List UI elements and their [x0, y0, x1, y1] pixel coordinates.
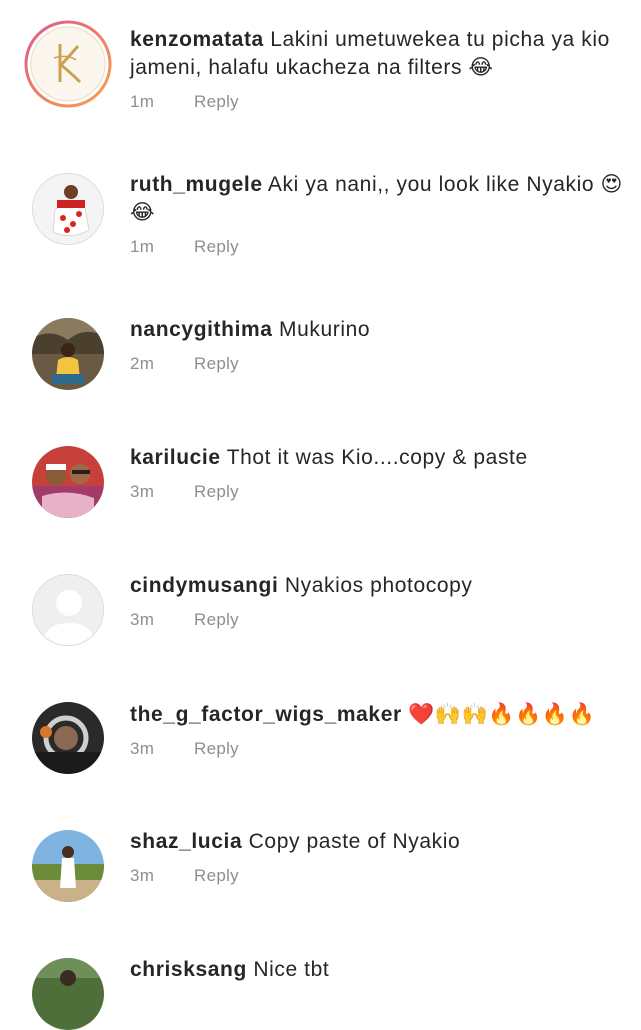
comment-username[interactable]: kenzomatata [130, 28, 264, 51]
comment-username[interactable]: the_g_factor_wigs_maker [130, 703, 402, 726]
user-photo-icon [32, 702, 104, 774]
reply-button[interactable]: Reply [194, 92, 239, 112]
comment-body: ❤️🙌🙌🔥🔥🔥🔥 [408, 702, 596, 726]
default-person-icon [33, 575, 103, 645]
reply-button[interactable]: Reply [194, 739, 239, 759]
comment-text: ruth_mugele Aki ya nani,, you look like … [130, 171, 630, 227]
comment-time: 3m [130, 866, 155, 885]
kenzo-logo-icon [24, 20, 112, 108]
comment-body: Nyakios photocopy [284, 574, 473, 597]
avatar[interactable] [32, 446, 104, 518]
reply-button[interactable]: Reply [194, 237, 239, 257]
reply-button[interactable]: Reply [194, 866, 239, 886]
comment-time: 1m [130, 92, 155, 111]
comment-text: karilucie Thot it was Kio....copy & past… [130, 444, 630, 472]
comment-username[interactable]: chrisksang [130, 958, 247, 981]
avatar[interactable] [32, 958, 104, 1030]
comment-meta: 3m Reply [130, 739, 635, 759]
comment-username[interactable]: ruth_mugele [130, 173, 263, 196]
comment-meta: 2m Reply [130, 354, 630, 374]
comment-time: 3m [130, 482, 155, 501]
user-photo-icon [33, 174, 103, 244]
avatar[interactable] [24, 20, 112, 108]
comment-username[interactable]: karilucie [130, 446, 221, 469]
user-photo-icon [32, 830, 104, 902]
comment-body: Mukurino [279, 318, 371, 341]
user-photo-icon [32, 958, 104, 1030]
avatar[interactable] [32, 574, 104, 646]
avatar[interactable] [32, 318, 104, 390]
comment-username[interactable]: shaz_lucia [130, 830, 242, 853]
comment-meta: 1m Reply [130, 92, 630, 112]
comment-meta: 3m Reply [130, 866, 630, 886]
user-photo-icon [32, 318, 104, 390]
comment-body: Copy paste of Nyakio [248, 830, 461, 853]
reply-button[interactable]: Reply [194, 354, 239, 374]
comment-text: chrisksang Nice tbt [130, 956, 630, 984]
comment-time: 3m [130, 610, 155, 629]
comment-text: nancygithima Mukurino [130, 316, 630, 344]
comment-body: Nice tbt [253, 958, 330, 981]
comment-meta: 3m Reply [130, 610, 630, 630]
comment-text: shaz_lucia Copy paste of Nyakio [130, 828, 630, 856]
avatar[interactable] [32, 702, 104, 774]
reply-button[interactable]: Reply [194, 610, 239, 630]
reply-button[interactable]: Reply [194, 482, 239, 502]
comment-text: kenzomatata Lakini umetuwekea tu picha y… [130, 26, 630, 82]
comment-time: 3m [130, 739, 155, 758]
comment-time: 2m [130, 354, 155, 373]
avatar[interactable] [32, 830, 104, 902]
comment-body: Thot it was Kio....copy & paste [226, 446, 528, 469]
comment-username[interactable]: nancygithima [130, 318, 273, 341]
comment-text: the_g_factor_wigs_maker ❤️🙌🙌🔥🔥🔥🔥 [130, 700, 635, 729]
avatar[interactable] [32, 173, 104, 245]
comment-meta: 1m Reply [130, 237, 630, 257]
comment-username[interactable]: cindymusangi [130, 574, 278, 597]
comment-meta: 3m Reply [130, 482, 630, 502]
comment-time: 1m [130, 237, 155, 256]
comment-text: cindymusangi Nyakios photocopy [130, 572, 630, 600]
user-photo-icon [32, 446, 104, 518]
